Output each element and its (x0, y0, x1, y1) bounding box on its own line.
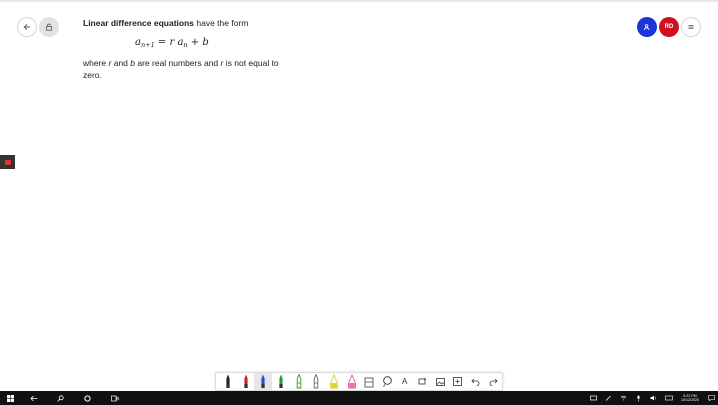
avatar-initials: RD (664, 24, 674, 30)
pencil-green-icon (296, 374, 301, 389)
pen-blue-tool[interactable] (254, 373, 273, 390)
pen-green-tool[interactable] (272, 373, 290, 390)
system-tray: 5:22 PM 10/12/2020 (586, 391, 718, 405)
speaker-icon (650, 395, 656, 401)
eraser-icon (364, 377, 374, 387)
undo-tool[interactable] (467, 373, 485, 390)
side-panel-tab[interactable] (0, 155, 15, 169)
heading-bold: Linear difference equations (83, 18, 194, 28)
app-window: RD Linear difference equations have the … (0, 0, 718, 405)
clock-date: 10/12/2020 (681, 398, 699, 402)
text-icon: A (402, 377, 408, 386)
pen-red-icon (243, 374, 248, 388)
pen-green-icon (279, 374, 283, 388)
equation-lhs-sub: n+1 (140, 41, 155, 49)
start-button[interactable] (0, 391, 20, 405)
lasso-icon (382, 376, 392, 387)
cortana-circle-icon (84, 394, 91, 402)
arrow-left-icon (29, 395, 37, 401)
pen-black-icon (226, 374, 230, 388)
arrow-left-icon (23, 23, 30, 31)
image-icon (435, 377, 445, 386)
hamburger-icon (688, 25, 694, 29)
task-view-icon (110, 395, 119, 401)
tablet-mode-tray[interactable] (586, 391, 601, 405)
equation-mid: = r (154, 37, 178, 48)
shapes-icon (418, 377, 427, 385)
description-text: where r and b are real numbers and r is … (83, 57, 283, 81)
equation-rest: + b (187, 37, 209, 48)
notification-icon (707, 395, 715, 401)
image-tool[interactable] (431, 373, 449, 390)
keyboard-tray[interactable] (661, 391, 676, 405)
menu-button[interactable] (681, 17, 701, 37)
pen-icon (605, 395, 611, 401)
ink-toolbar: A (215, 372, 503, 391)
tablet-icon (590, 395, 597, 401)
person-icon (643, 24, 650, 31)
wifi-icon (620, 395, 627, 401)
windows-taskbar: 5:22 PM 10/12/2020 (0, 391, 718, 405)
heading-text: Linear difference equations have the for… (83, 18, 283, 29)
pencil-outline-tool[interactable] (307, 373, 325, 390)
avatar-user[interactable] (637, 17, 657, 37)
undo-icon (471, 378, 480, 386)
taskbar-search-button[interactable] (47, 391, 74, 405)
redo-icon (489, 378, 498, 386)
desc-part: are real numbers and (135, 58, 221, 68)
redo-tool[interactable] (484, 373, 502, 390)
search-icon (57, 394, 64, 402)
volume-tray[interactable] (646, 391, 661, 405)
top-border (0, 0, 718, 2)
network-tray[interactable] (616, 391, 631, 405)
keyboard-icon (664, 395, 673, 401)
taskbar-clock[interactable]: 5:22 PM 10/12/2020 (676, 391, 704, 405)
add-page-tool[interactable] (449, 373, 467, 390)
highlighter-yellow-tool[interactable] (325, 373, 343, 390)
microphone-tray[interactable] (631, 391, 646, 405)
pen-black-tool[interactable] (219, 373, 237, 390)
shapes-tool[interactable] (414, 373, 432, 390)
desc-part: where (83, 58, 109, 68)
microphone-icon (637, 395, 640, 401)
pencil-outline-icon (314, 374, 319, 389)
desc-part: and (111, 58, 131, 68)
task-view-button[interactable] (101, 391, 128, 405)
text-tool[interactable]: A (396, 373, 414, 390)
pencil-green-tool[interactable] (290, 373, 308, 390)
heading-rest: have the form (194, 18, 249, 28)
highlighter-yellow-icon (329, 374, 338, 389)
highlighter-pink-icon (347, 374, 356, 389)
notification-button[interactable] (704, 391, 718, 405)
add-page-icon (453, 377, 463, 386)
lasso-tool[interactable] (378, 373, 396, 390)
cortana-button[interactable] (74, 391, 101, 405)
equation: an+1 = r an + b (135, 37, 209, 49)
highlighter-pink-tool[interactable] (343, 373, 361, 390)
pen-blue-icon (261, 374, 265, 388)
eraser-tool[interactable] (361, 373, 379, 390)
back-button[interactable] (17, 17, 37, 37)
pen-red-tool[interactable] (237, 373, 255, 390)
pen-tray[interactable] (601, 391, 616, 405)
panel-indicator-icon (4, 159, 11, 165)
lock-icon (46, 23, 52, 31)
taskbar-back-button[interactable] (20, 391, 47, 405)
lock-button[interactable] (39, 17, 59, 37)
avatar-rd[interactable]: RD (659, 17, 679, 37)
windows-logo-icon (6, 394, 14, 402)
